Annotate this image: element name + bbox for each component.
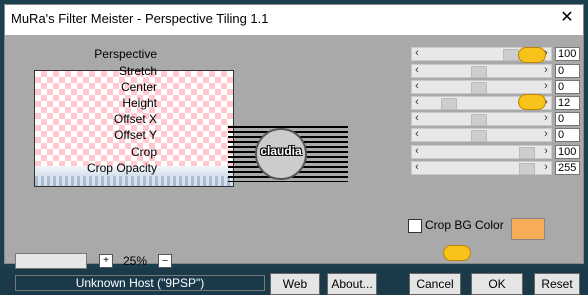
offset-x-value[interactable]: 0 — [555, 112, 580, 126]
slider-thumb[interactable] — [441, 98, 457, 110]
slider-right-arrow-icon[interactable]: › — [541, 128, 551, 140]
control-label: Crop Opacity — [86, 161, 157, 175]
slider-right-arrow-icon[interactable]: › — [541, 161, 551, 173]
pointing-hand-icon — [518, 94, 546, 110]
slider-left-arrow-icon[interactable]: ‹ — [412, 112, 422, 124]
stretch-slider[interactable]: ‹ › — [411, 64, 552, 78]
pointing-hand-icon — [443, 245, 471, 261]
center-slider[interactable]: ‹ › — [411, 80, 552, 94]
crop-value[interactable]: 100 — [555, 145, 580, 159]
cancel-button[interactable]: Cancel — [409, 273, 461, 295]
control-label: Center — [120, 80, 157, 94]
title-bar: MuRa's Filter Meister - Perspective Tili… — [5, 5, 583, 35]
about-button[interactable]: About... — [327, 273, 377, 295]
logo-text: claudia — [260, 144, 302, 158]
status-bar: Unknown Host ("9PSP") — [15, 275, 265, 291]
slider-right-arrow-icon[interactable]: › — [541, 80, 551, 92]
close-icon[interactable]: ✕ — [557, 8, 577, 28]
outer-frame: MuRa's Filter Meister - Perspective Tili… — [0, 0, 588, 295]
perspective-value[interactable]: 100 — [555, 47, 580, 61]
slider-left-arrow-icon[interactable]: ‹ — [412, 145, 422, 157]
crop-opacity-slider[interactable]: ‹ › — [411, 161, 552, 175]
slider-right-arrow-icon[interactable]: › — [541, 64, 551, 76]
reset-button[interactable]: Reset — [534, 273, 580, 295]
window-title: MuRa's Filter Meister - Perspective Tili… — [11, 11, 269, 26]
control-label: Crop — [130, 145, 157, 159]
slider-left-arrow-icon[interactable]: ‹ — [412, 47, 422, 59]
zoom-out-button[interactable]: – — [158, 254, 172, 268]
crop-bg-color-swatch[interactable] — [511, 218, 545, 240]
slider-thumb[interactable] — [503, 49, 519, 61]
control-label: Offset X — [113, 112, 157, 126]
center-value[interactable]: 0 — [555, 80, 580, 94]
slider-thumb[interactable] — [471, 66, 487, 78]
slider-left-arrow-icon[interactable]: ‹ — [412, 64, 422, 76]
slider-left-arrow-icon[interactable]: ‹ — [412, 80, 422, 92]
offset-y-slider[interactable]: ‹ › — [411, 128, 552, 142]
ok-button[interactable]: OK — [471, 273, 523, 295]
zoom-track[interactable] — [15, 253, 87, 269]
control-label: Stretch — [118, 64, 157, 78]
crop-bg-label: Crop BG Color — [425, 218, 504, 232]
slider-left-arrow-icon[interactable]: ‹ — [412, 161, 422, 173]
crop-opacity-value[interactable]: 255 — [555, 161, 580, 175]
slider-thumb[interactable] — [519, 147, 535, 159]
control-label: Offset Y — [114, 128, 157, 142]
dialog-client: claudia Perspective ‹ › 100 Stretch ‹ › — [5, 35, 583, 295]
offset-x-slider[interactable]: ‹ › — [411, 112, 552, 126]
zoom-value: 25% — [122, 254, 148, 268]
slider-right-arrow-icon[interactable]: › — [541, 112, 551, 124]
offset-y-value[interactable]: 0 — [555, 128, 580, 142]
slider-thumb[interactable] — [471, 130, 487, 142]
crop-bg-checkbox[interactable] — [408, 219, 422, 233]
height-value[interactable]: 12 — [555, 96, 580, 110]
web-button[interactable]: Web — [270, 273, 320, 295]
zoom-in-button[interactable]: + — [99, 254, 113, 268]
slider-right-arrow-icon[interactable]: › — [541, 145, 551, 157]
crop-slider[interactable]: ‹ › — [411, 145, 552, 159]
slider-thumb[interactable] — [519, 163, 535, 175]
slider-thumb[interactable] — [471, 114, 487, 126]
filter-window: MuRa's Filter Meister - Perspective Tili… — [4, 4, 584, 295]
pointing-hand-icon — [518, 47, 546, 63]
stretch-value[interactable]: 0 — [555, 64, 580, 78]
control-label: Perspective — [94, 47, 157, 61]
watermark-logo: claudia — [228, 126, 348, 182]
control-label: Height — [122, 96, 157, 110]
slider-thumb[interactable] — [471, 82, 487, 94]
slider-left-arrow-icon[interactable]: ‹ — [412, 96, 422, 108]
slider-left-arrow-icon[interactable]: ‹ — [412, 128, 422, 140]
